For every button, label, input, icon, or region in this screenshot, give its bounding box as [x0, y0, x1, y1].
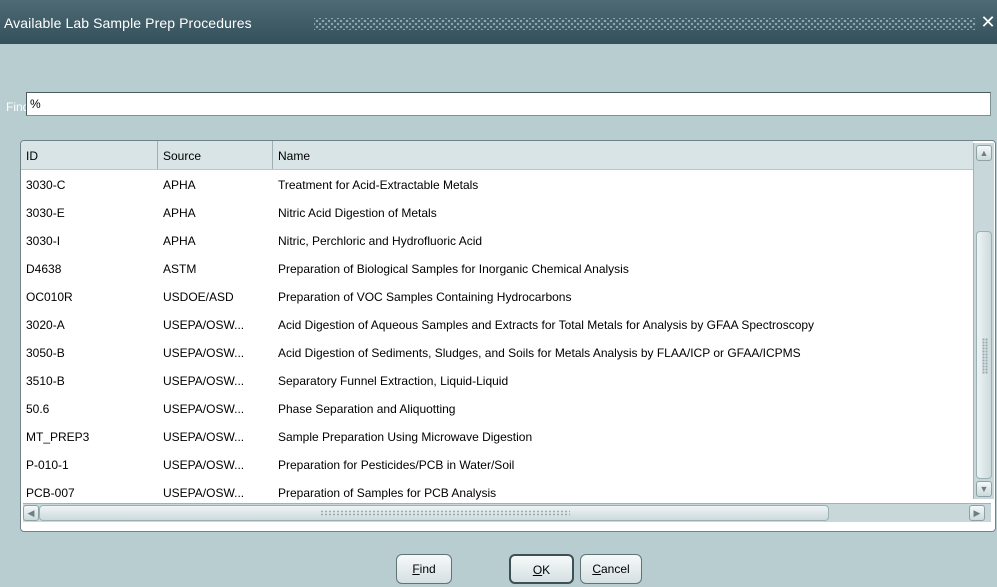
close-icon[interactable]: ✕ — [980, 13, 996, 31]
cell-name: Nitric Acid Digestion of Metals — [278, 206, 437, 220]
find-button-mnemonic: F — [412, 562, 420, 576]
cell-name: Nitric, Perchloric and Hydrofluoric Acid — [278, 234, 483, 248]
cancel-button-label: ancel — [600, 562, 630, 576]
cell-id: 3030-I — [26, 234, 61, 248]
cell-id: P-010-1 — [26, 458, 69, 472]
horizontal-scrollbar[interactable]: ◀ ▶ — [23, 503, 991, 522]
table-row[interactable]: 3020-A USEPA/OSW... Acid Digestion of Aque… — [21, 311, 973, 339]
cell-name: Treatment for Acid-Extractable Metals — [278, 178, 479, 192]
column-header-name[interactable]: Name — [273, 141, 973, 169]
window-title: Available Lab Sample Prep Procedures — [4, 15, 252, 31]
table-row[interactable]: 3030-C APHA Treatment for Acid-Extractable… — [21, 171, 973, 199]
cell-source: USEPA/OSW... — [163, 402, 245, 416]
table-row[interactable]: OC010R USDOE/ASD Preparation of VOC Sample… — [21, 283, 973, 311]
cell-source: USEPA/OSW... — [163, 458, 245, 472]
cell-id: 3020-A — [26, 318, 65, 332]
title-bar-grip[interactable] — [314, 18, 976, 30]
vertical-scrollbar[interactable]: ▲ ▼ — [973, 143, 994, 499]
cell-name: Preparation of Biological Samples for In… — [278, 262, 629, 276]
horizontal-scroll-thumb[interactable] — [39, 505, 829, 521]
cell-source: USDOE/ASD — [163, 290, 234, 304]
scroll-up-icon[interactable]: ▲ — [976, 145, 992, 161]
column-header-id[interactable]: ID — [21, 141, 158, 169]
column-header-source[interactable]: Source — [158, 141, 273, 169]
cancel-button-mnemonic: C — [592, 562, 601, 576]
scroll-down-icon[interactable]: ▼ — [976, 481, 992, 497]
table-row[interactable]: 3030-I APHA Nitric, Perchloric and Hydrofl… — [21, 227, 973, 255]
cell-source: APHA — [163, 234, 196, 248]
find-input[interactable] — [26, 92, 991, 116]
scroll-grip-icon — [982, 338, 988, 374]
cancel-button[interactable]: Cancel — [580, 554, 642, 584]
cell-id: D4638 — [26, 262, 62, 276]
cell-source: USEPA/OSW... — [163, 430, 245, 444]
table-row[interactable]: P-010-1 USEPA/OSW... Preparation for Pesti… — [21, 451, 973, 479]
cell-source: APHA — [163, 206, 196, 220]
find-button-label: ind — [419, 562, 436, 576]
cell-source: USEPA/OSW... — [163, 318, 245, 332]
table-row[interactable]: 50.6 USEPA/OSW... Phase Separation and Ali… — [21, 395, 973, 423]
cell-id: 3030-C — [26, 178, 66, 192]
title-bar: Available Lab Sample Prep Procedures ✕ — [0, 0, 997, 44]
find-button[interactable]: Find — [396, 554, 452, 584]
cell-name: Preparation of VOC Samples Containing Hy… — [278, 290, 572, 304]
table-row[interactable]: 3510-B USEPA/OSW... Separatory Funnel Extr… — [21, 367, 973, 395]
cell-id: 50.6 — [26, 402, 50, 416]
vertical-scroll-thumb[interactable] — [976, 231, 992, 479]
table-row[interactable]: MT_PREP3 USEPA/OSW... Sample Preparation U… — [21, 423, 973, 451]
cell-source: APHA — [163, 178, 196, 192]
scroll-left-icon[interactable]: ◀ — [23, 505, 39, 521]
cell-source: USEPA/OSW... — [163, 374, 245, 388]
table-row[interactable]: 3030-E APHA Nitric Acid Digestion of Metal… — [21, 199, 973, 227]
table-row[interactable]: D4638 ASTM Preparation of Biological Sampl… — [21, 255, 973, 283]
ok-button-label: K — [542, 563, 551, 577]
scroll-right-icon[interactable]: ▶ — [969, 505, 985, 521]
cell-source: ASTM — [163, 262, 197, 276]
cell-name: Sample Preparation Using Microwave Diges… — [278, 430, 533, 444]
ok-button[interactable]: OK — [509, 554, 574, 584]
table-row[interactable]: 3050-B USEPA/OSW... Acid Digestion of Sedi… — [21, 339, 973, 367]
ok-button-mnemonic: O — [532, 563, 543, 577]
cell-id: 3030-E — [26, 206, 65, 220]
cell-name: Separatory Funnel Extraction, Liquid-Liq… — [278, 374, 509, 388]
cell-id: 3510-B — [26, 374, 65, 388]
scroll-grip-icon — [320, 510, 570, 516]
cell-name: Acid Digestion of Sediments, Sludges, an… — [278, 346, 801, 360]
table-header: ID Source Name — [21, 141, 973, 170]
cell-name: Preparation for Pesticides/PCB in Water/… — [278, 458, 515, 472]
cell-source: USEPA/OSW... — [163, 346, 245, 360]
cell-name: Acid Digestion of Aqueous Samples and Ex… — [278, 318, 815, 332]
cell-id: OC010R — [26, 290, 73, 304]
cell-name: Phase Separation and Aliquotting — [278, 402, 456, 416]
results-table: ID Source Name 3030-C APHA Treatment for A… — [20, 140, 996, 532]
cell-id: 3050-B — [26, 346, 65, 360]
cell-id: MT_PREP3 — [26, 430, 90, 444]
